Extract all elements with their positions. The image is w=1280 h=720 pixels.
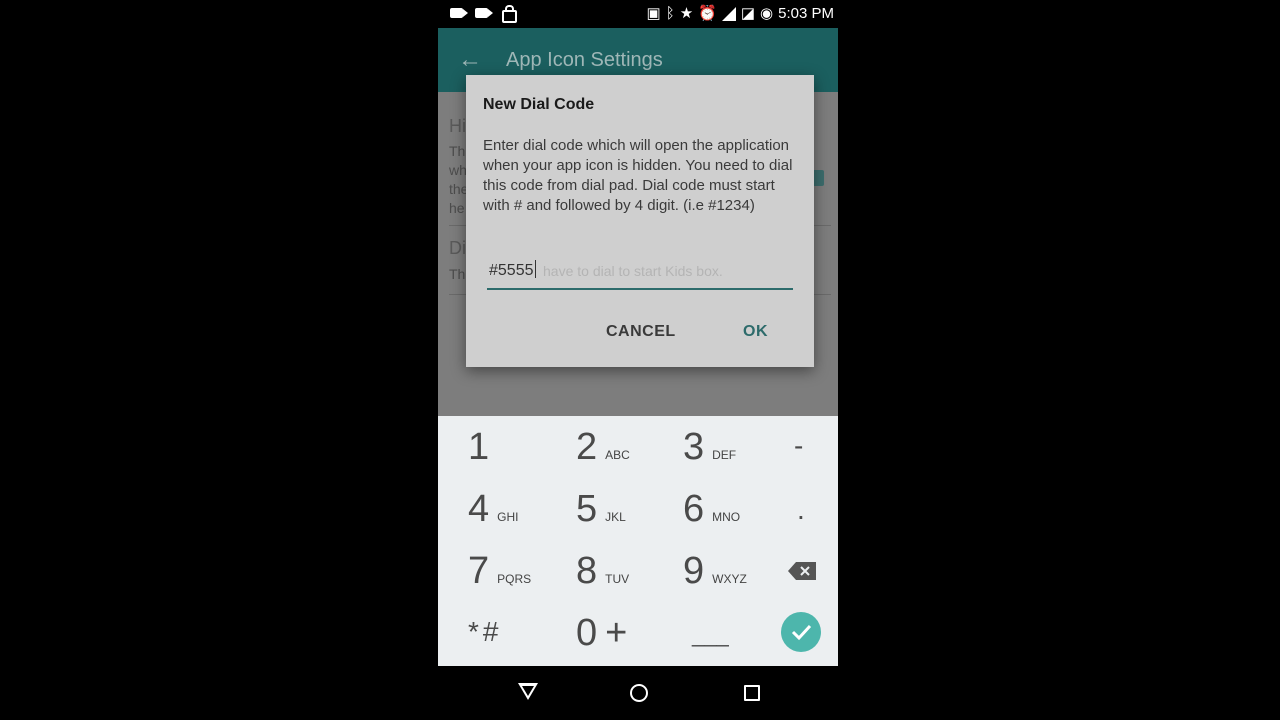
alarm-icon: ⏰ bbox=[698, 4, 717, 22]
key-7[interactable]: 7 PQRS bbox=[468, 552, 531, 590]
star-icon: ★ bbox=[679, 4, 694, 22]
data-saver-icon: ◉ bbox=[760, 4, 774, 22]
dialog-title: New Dial Code bbox=[483, 96, 595, 113]
status-time: 5:03 PM bbox=[778, 5, 834, 22]
key-6[interactable]: 6 MNO bbox=[683, 490, 740, 528]
text-cursor bbox=[534, 260, 536, 278]
lock-icon bbox=[502, 5, 517, 23]
navigation-bar bbox=[438, 666, 838, 720]
background-hint-text: have to dial to start Kids box. bbox=[543, 263, 723, 279]
dial-code-input[interactable]: have to dial to start Kids box. #5555 bbox=[487, 258, 793, 290]
recents-icon[interactable] bbox=[744, 685, 760, 701]
signal-icon bbox=[721, 6, 736, 21]
phone-screen: ▣ ᛒ ★ ⏰ ◪ ◉ 5:03 PM ← App Icon Settings … bbox=[438, 0, 838, 720]
no-sim-icon: ◪ bbox=[740, 4, 756, 22]
key-3[interactable]: 3 DEF bbox=[683, 428, 736, 466]
home-icon[interactable] bbox=[630, 684, 648, 702]
key-9[interactable]: 9 WXYZ bbox=[683, 552, 747, 590]
backspace-icon[interactable] bbox=[788, 562, 816, 580]
key-0[interactable]: 0 + bbox=[576, 614, 627, 652]
status-bar: ▣ ᛒ ★ ⏰ ◪ ◉ 5:03 PM bbox=[438, 0, 838, 28]
cast-icon: ▣ bbox=[646, 4, 661, 22]
key-8[interactable]: 8 TUV bbox=[576, 552, 629, 590]
key-star-hash[interactable]: *# bbox=[468, 616, 502, 648]
back-arrow-icon[interactable]: ← bbox=[458, 46, 482, 74]
dialog-message: Enter dial code which will open the appl… bbox=[483, 137, 793, 214]
key-5[interactable]: 5 JKL bbox=[576, 490, 626, 528]
key-1[interactable]: 1 bbox=[468, 428, 489, 466]
key-2[interactable]: 2 ABC bbox=[576, 428, 630, 466]
page-title: App Icon Settings bbox=[506, 49, 663, 71]
numeric-keypad: 1 2 ABC 3 DEF - 4 GHI 5 JKL 6 MNO . 7 PQRS 8 TU… bbox=[438, 416, 838, 666]
key-space[interactable]: ___ bbox=[692, 622, 729, 648]
back-icon[interactable] bbox=[518, 683, 538, 700]
video-camera-icon bbox=[475, 8, 493, 18]
enter-button[interactable] bbox=[781, 612, 821, 652]
key-period[interactable]: . bbox=[797, 494, 805, 526]
checkmark-icon bbox=[791, 624, 812, 641]
bluetooth-icon: ᛒ bbox=[665, 4, 675, 22]
ok-button[interactable]: OK bbox=[743, 323, 768, 341]
key-4[interactable]: 4 GHI bbox=[468, 490, 518, 528]
video-camera-icon bbox=[450, 8, 468, 18]
key-minus[interactable]: - bbox=[794, 430, 803, 462]
dial-code-value: #5555 bbox=[489, 262, 534, 279]
cancel-button[interactable]: CANCEL bbox=[606, 323, 676, 341]
new-dial-code-dialog: New Dial Code Enter dial code which will… bbox=[466, 75, 814, 367]
